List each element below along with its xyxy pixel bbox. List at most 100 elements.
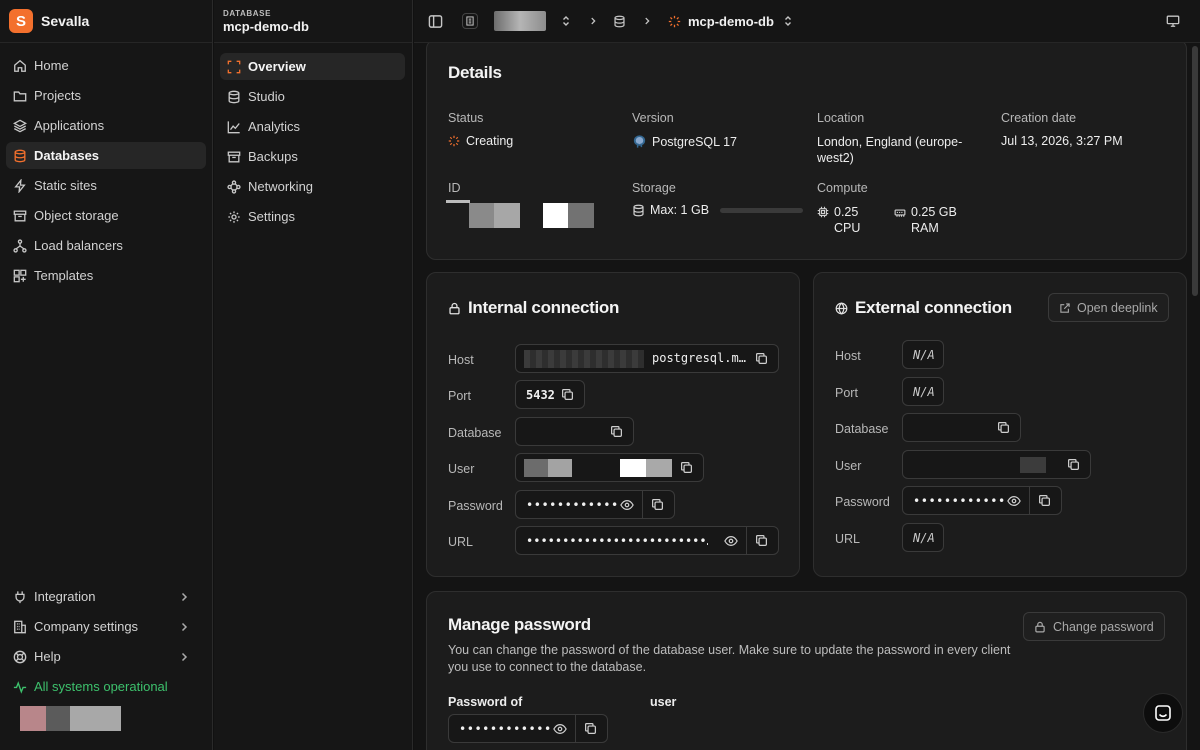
internal-port-field[interactable]: 5432 xyxy=(515,380,585,409)
internal-connection-header: Internal connection xyxy=(448,298,619,318)
database-icon[interactable] xyxy=(613,15,626,28)
user-suffix-label: user xyxy=(650,695,677,709)
subnav-label: Analytics xyxy=(248,119,301,134)
nav-label: Object storage xyxy=(34,208,119,223)
internal-user-field[interactable] xyxy=(515,453,704,482)
system-status[interactable]: All systems operational xyxy=(6,673,206,700)
nav-item-applications[interactable]: Applications xyxy=(6,112,206,139)
copy-icon[interactable] xyxy=(680,461,693,474)
folder-icon xyxy=(13,90,27,101)
nav-item-static-sites[interactable]: Static sites xyxy=(6,172,206,199)
nav-item-home[interactable]: Home xyxy=(6,52,206,79)
manage-password-card: Manage password Change password You can … xyxy=(426,591,1187,750)
copy-icon[interactable] xyxy=(755,534,768,547)
external-password-field[interactable]: •••••••••••• xyxy=(902,486,1062,515)
copy-icon[interactable] xyxy=(651,498,664,511)
external-port-field[interactable]: N/A xyxy=(902,377,944,406)
scrollbar-thumb[interactable] xyxy=(1192,46,1198,296)
internal-url-field[interactable]: •••••••••••••••••••••••••… xyxy=(515,526,779,555)
nav-item-load-balancers[interactable]: Load balancers xyxy=(6,232,206,259)
password-of-label: Password of xyxy=(448,695,523,709)
subnav-item-networking[interactable]: Networking xyxy=(220,173,405,200)
external-user-field[interactable] xyxy=(902,450,1091,479)
external-connection-title: External connection xyxy=(855,298,1012,317)
copy-icon[interactable] xyxy=(610,425,623,438)
field-separator xyxy=(1029,487,1030,514)
chevron-up-down-icon[interactable] xyxy=(782,15,794,27)
archive-icon xyxy=(13,210,27,221)
lifebuoy-icon xyxy=(13,650,27,663)
version-text: PostgreSQL 17 xyxy=(652,134,738,149)
nav-item-integration[interactable]: Integration xyxy=(6,583,206,610)
eye-icon[interactable] xyxy=(620,499,634,511)
building-icon xyxy=(14,620,26,633)
location-value: London, England (europe-west2) xyxy=(817,135,963,165)
subnav-item-studio[interactable]: Studio xyxy=(220,83,405,110)
user-avatar[interactable] xyxy=(20,706,121,731)
field-separator xyxy=(746,527,747,554)
eye-icon[interactable] xyxy=(1007,495,1021,507)
nav-item-company-settings[interactable]: Company settings xyxy=(6,613,206,640)
id-value-redacted xyxy=(446,200,596,229)
copy-icon[interactable] xyxy=(1067,458,1080,471)
internal-host-field[interactable]: postgresql.m… xyxy=(515,344,779,373)
internal-password-field[interactable]: •••••••••••• xyxy=(515,490,675,519)
internal-database-field[interactable] xyxy=(515,417,634,446)
chart-icon xyxy=(227,120,240,133)
internal-port-value: 5432 xyxy=(526,387,555,402)
cpu-icon xyxy=(817,206,829,218)
monitor-icon[interactable] xyxy=(1166,14,1180,28)
copy-icon[interactable] xyxy=(1038,494,1051,507)
brand[interactable]: S Sevalla xyxy=(0,0,212,43)
status-label: Status xyxy=(448,111,484,125)
company-switcher[interactable] xyxy=(462,13,478,29)
eye-icon[interactable] xyxy=(724,535,738,547)
sidebar-toggle-icon[interactable] xyxy=(428,14,443,29)
database-icon xyxy=(228,90,240,103)
user-redacted xyxy=(620,459,672,477)
subnav-item-settings[interactable]: Settings xyxy=(220,203,405,230)
user-redacted xyxy=(524,459,572,477)
copy-icon[interactable] xyxy=(755,352,768,365)
nav-item-object-storage[interactable]: Object storage xyxy=(6,202,206,229)
creation-date-value: Jul 13, 2026, 3:27 PM xyxy=(1001,134,1123,148)
subnav-item-backups[interactable]: Backups xyxy=(220,143,405,170)
external-url-field[interactable]: N/A xyxy=(902,523,944,552)
external-database-field[interactable] xyxy=(902,413,1021,442)
subnav-item-analytics[interactable]: Analytics xyxy=(220,113,405,140)
open-deeplink-button[interactable]: Open deeplink xyxy=(1048,293,1169,322)
copy-icon[interactable] xyxy=(561,388,574,401)
nav-label: Help xyxy=(34,649,61,664)
support-chat-button[interactable] xyxy=(1143,693,1183,733)
external-password-value: •••••••••••• xyxy=(913,493,1006,508)
storage-label: Storage xyxy=(632,181,676,195)
networking-icon xyxy=(227,179,241,194)
nav-item-projects[interactable]: Projects xyxy=(6,82,206,109)
location-label: Location xyxy=(817,111,865,125)
copy-icon[interactable] xyxy=(584,722,597,735)
creation-date-label: Creation date xyxy=(1001,111,1077,125)
database-breadcrumb[interactable]: mcp-demo-db xyxy=(688,14,774,29)
external-connection-card: External connection Open deeplink Host N… xyxy=(813,272,1187,577)
external-url-value: N/A xyxy=(913,530,935,545)
external-link-icon xyxy=(1060,302,1070,313)
storage-value: Max: 1 GB xyxy=(632,203,804,217)
nav-item-help[interactable]: Help xyxy=(6,643,206,670)
chevron-right-icon xyxy=(181,622,188,631)
internal-url-value: •••••••••••••••••••••••••… xyxy=(526,533,708,548)
postgresql-icon xyxy=(633,135,646,148)
copy-icon[interactable] xyxy=(997,421,1010,434)
chevron-up-down-icon[interactable] xyxy=(560,15,572,27)
manage-password-value: •••••••••••• xyxy=(459,721,552,736)
subnav-item-overview[interactable]: Overview xyxy=(220,53,405,80)
eye-icon[interactable] xyxy=(553,723,567,735)
nav-item-databases[interactable]: Databases xyxy=(6,142,206,169)
nav-item-templates[interactable]: Templates xyxy=(6,262,206,289)
change-password-button[interactable]: Change password xyxy=(1023,612,1165,641)
globe-icon xyxy=(835,301,848,315)
memory-icon xyxy=(894,209,906,217)
manage-password-field[interactable]: •••••••••••• xyxy=(448,714,608,743)
project-breadcrumb[interactable] xyxy=(494,11,546,31)
external-host-field[interactable]: N/A xyxy=(902,340,944,369)
nav-label: Load balancers xyxy=(34,238,123,253)
